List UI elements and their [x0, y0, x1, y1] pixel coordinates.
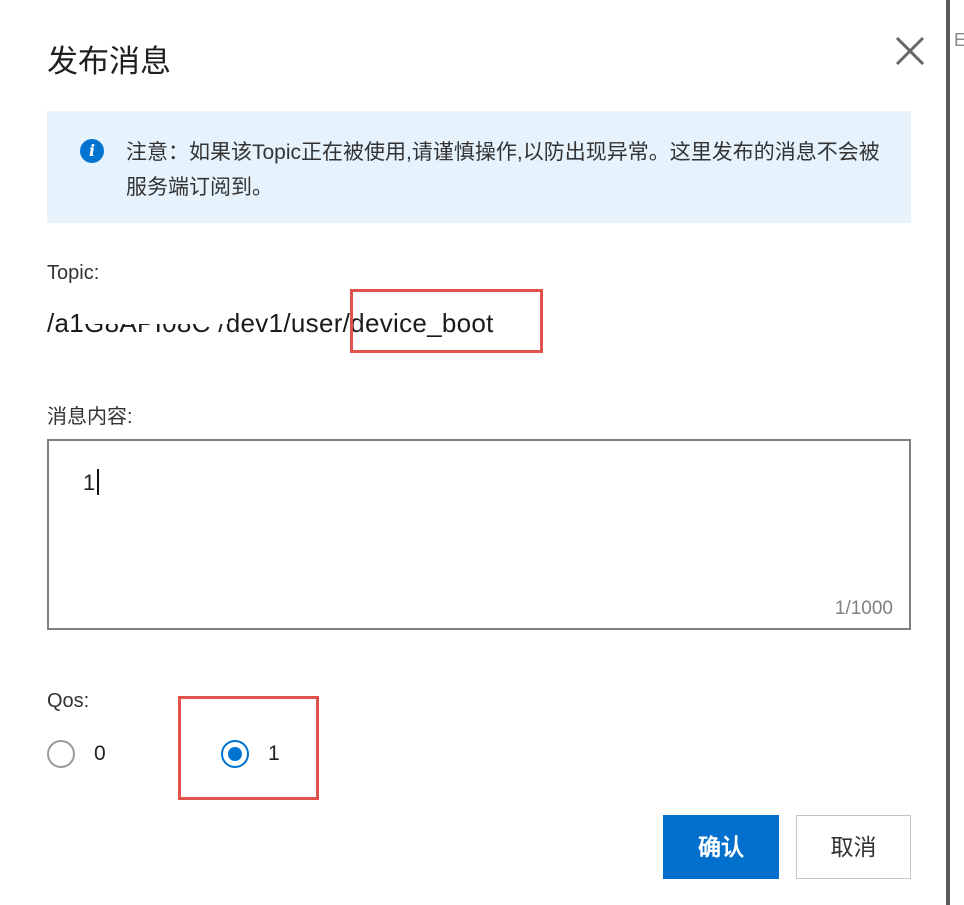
- topic-label: Topic:: [47, 262, 100, 284]
- message-value: 1: [83, 469, 100, 496]
- close-icon[interactable]: [892, 33, 928, 69]
- confirm-button[interactable]: 确认: [663, 815, 779, 879]
- message-textarea[interactable]: 1 1/1000: [47, 439, 911, 630]
- window-edge: [946, 0, 964, 905]
- highlight-box-topic: [350, 289, 543, 353]
- text-caret: [97, 469, 100, 495]
- dialog-title: 发布消息: [47, 44, 171, 79]
- char-counter: 1/1000: [834, 598, 893, 619]
- highlight-box-qos: [178, 696, 319, 800]
- notice-banner: i 注意：如果该Topic正在被使用,请谨慎操作,以防出现异常。这里发布的消息不…: [47, 111, 911, 223]
- qos-radio-0[interactable]: [47, 740, 75, 768]
- qos-option-label-0: 0: [94, 742, 106, 765]
- qos-label: Qos:: [47, 690, 90, 712]
- info-icon: i: [80, 139, 104, 163]
- cancel-button[interactable]: 取消: [796, 815, 911, 879]
- edge-fragment: E: [954, 30, 964, 50]
- message-label: 消息内容:: [47, 406, 133, 428]
- notice-text: 注意：如果该Topic正在被使用,请谨慎操作,以防出现异常。这里发布的消息不会被…: [126, 141, 880, 199]
- redaction-mask: [80, 306, 228, 324]
